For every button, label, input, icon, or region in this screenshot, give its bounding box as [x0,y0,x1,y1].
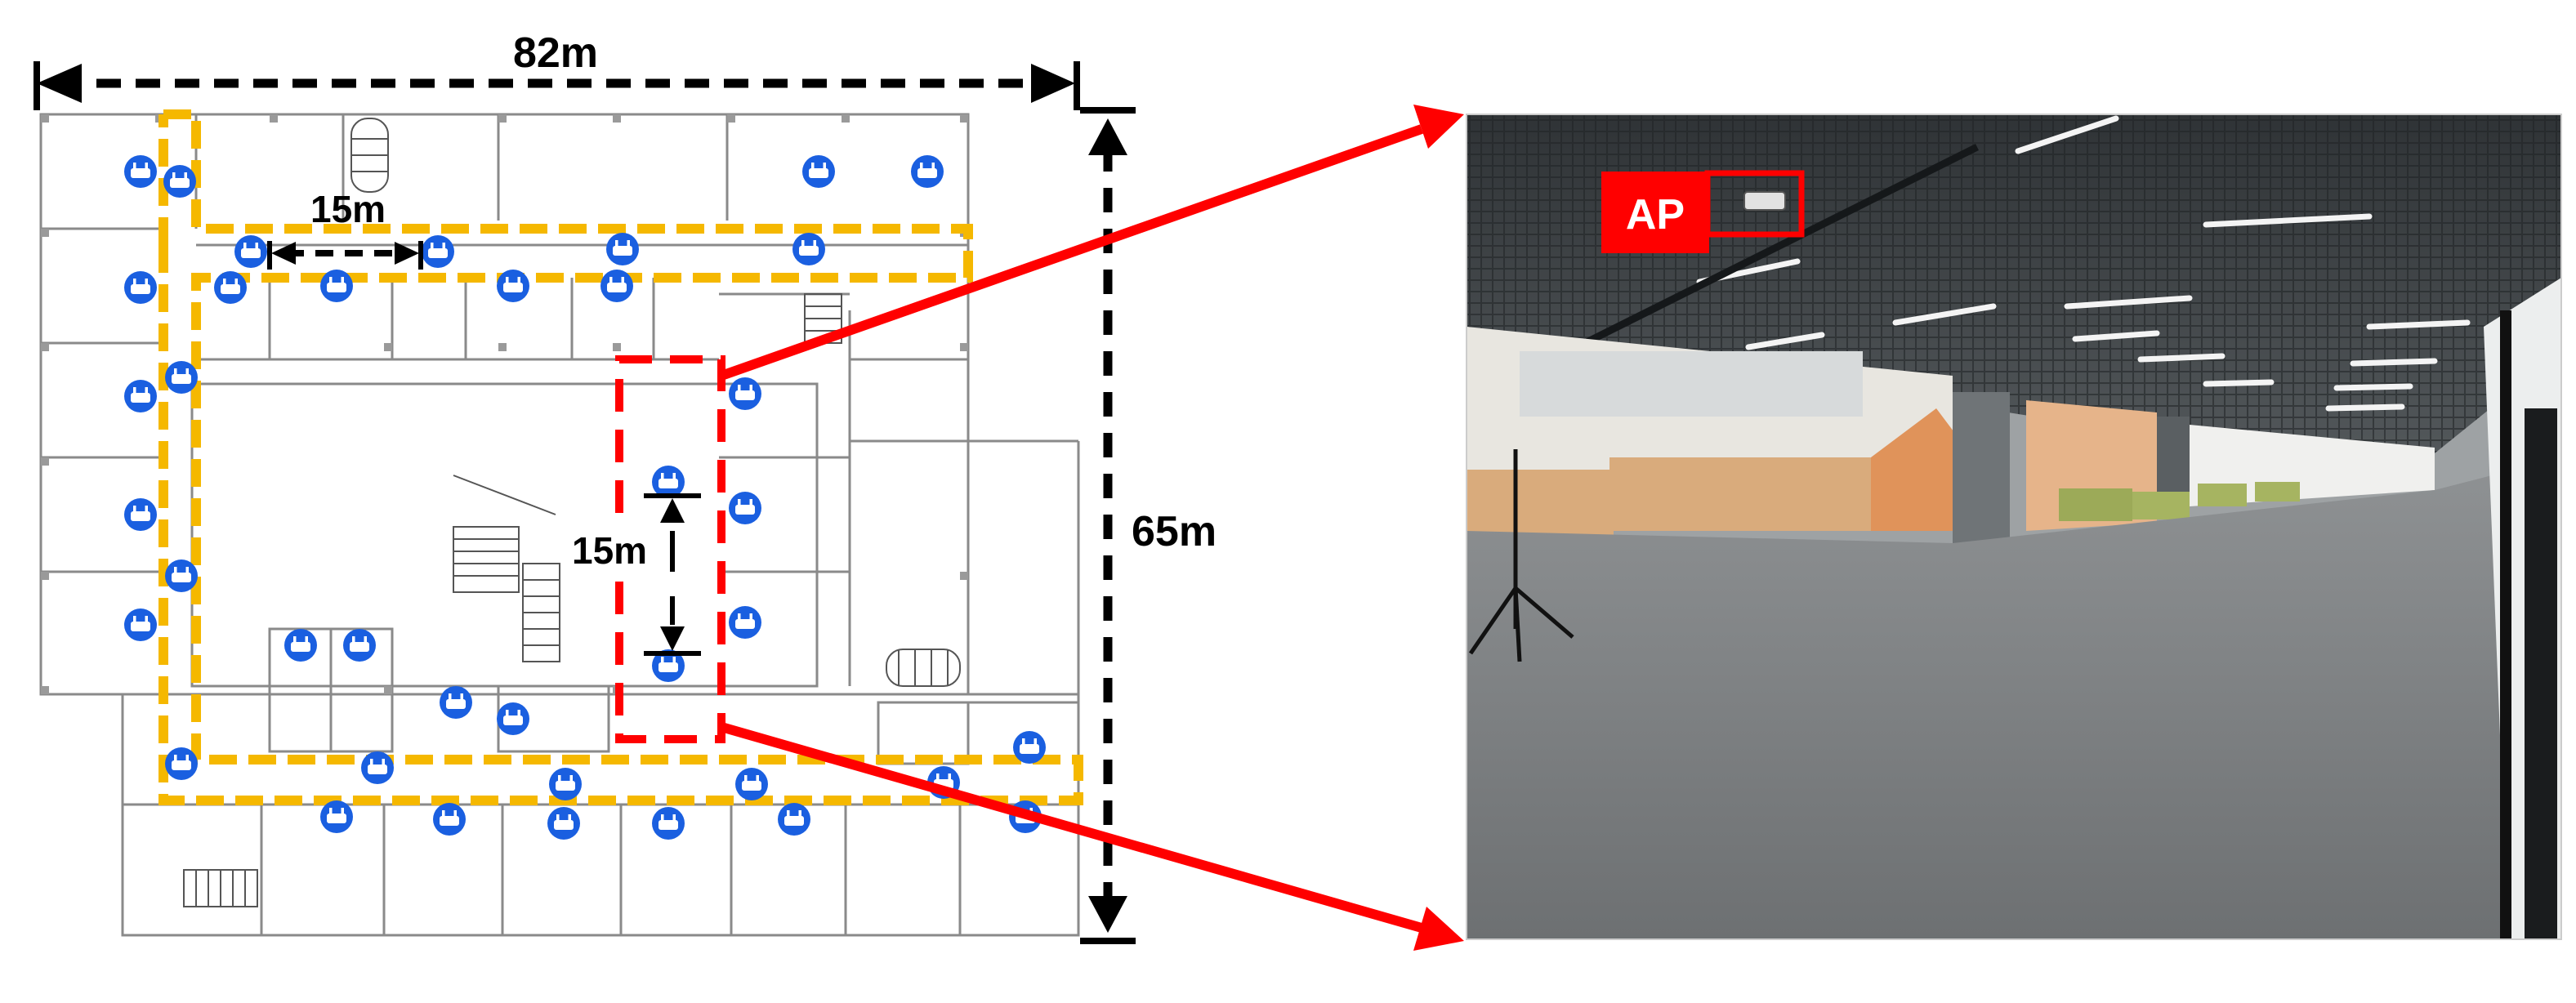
callout-arrows [720,105,1464,951]
wifi-access-point-icon [549,768,582,800]
wifi-access-point-icon [652,807,685,840]
wifi-access-point-icon [361,751,394,784]
wifi-access-point-icon [234,235,267,268]
wifi-access-point-icon [124,498,157,531]
wifi-access-point-icon [792,233,825,265]
spacing-vertical-label: 15m [572,529,647,572]
wifi-access-point-icon [606,233,639,265]
wifi-access-point-icon [165,361,198,394]
wifi-access-point-icon [433,803,466,836]
wifi-access-point-icon [1013,731,1046,764]
wifi-access-point-icon [422,235,454,268]
hallway-photo: AP [1466,114,2562,940]
columns [41,114,968,694]
wifi-access-point-icon [911,155,944,188]
wifi-access-point-icon [729,492,761,524]
wifi-access-point-icon [778,803,810,836]
height-arrow-top [1088,118,1127,155]
wifi-access-point-icon [284,629,317,662]
wifi-access-point-icon [600,270,633,302]
wifi-access-point-icon [124,155,157,188]
figure-canvas: 82m 65m 15m 15m AP [33,29,2562,951]
ap-label: AP [1626,191,1685,238]
wifi-access-point-icon [214,271,247,304]
height-label: 65m [1132,508,1217,555]
wifi-access-point-icon [124,608,157,641]
width-label: 82m [513,29,598,77]
wifi-access-point-icon [165,747,198,780]
width-arrow-left [37,64,82,103]
wifi-access-point-icon [124,271,157,304]
wifi-access-point-icon [497,702,529,735]
wifi-access-point-icon [802,155,835,188]
width-arrow-right [1031,64,1075,103]
wifi-access-point-icon [320,800,353,833]
spacing-horizontal-label: 15m [310,188,386,230]
wifi-access-point-icon [163,165,196,198]
wifi-access-point-icon [735,768,768,800]
wifi-access-point-icon [124,380,157,412]
wifi-access-point-icon [497,270,529,302]
wifi-access-point-icon [343,629,376,662]
floor-plan [39,109,1083,937]
wifi-access-point-icon [729,606,761,639]
figure: 82m 65m 15m 15m AP [0,0,2576,999]
wifi-access-point-icon [547,807,580,840]
wifi-access-point-icon [320,270,353,302]
access-points [124,155,1046,840]
wifi-access-point-icon [729,377,761,410]
wifi-access-point-icon [165,559,198,592]
wifi-access-point-icon [440,686,472,719]
height-arrow-bottom [1088,896,1127,933]
